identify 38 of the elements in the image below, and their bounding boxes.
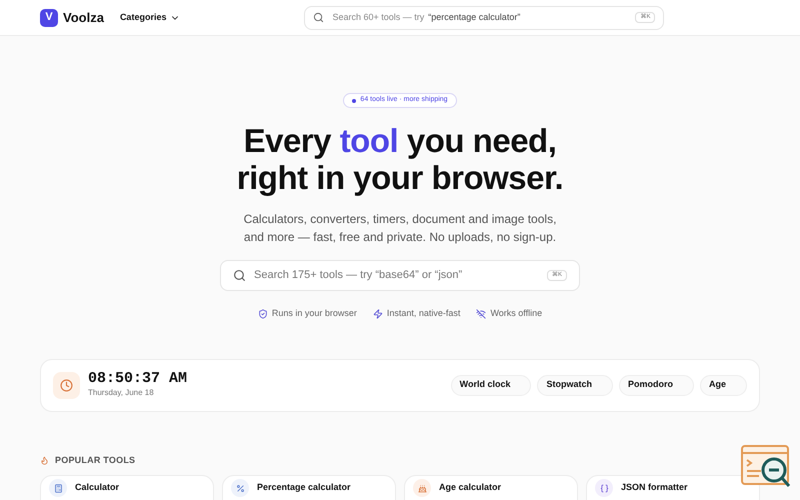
tool-card[interactable]: Calculator	[40, 475, 214, 500]
tool-card[interactable]: Percentage calculator	[222, 475, 396, 500]
logo-icon[interactable]: V	[40, 8, 58, 26]
floating-search-widget-icon	[741, 445, 791, 490]
hero-subtitle: Calculators, converters, timers, document and image tools, and more — fast, free and private. No uploads, no sign-up.	[242, 211, 558, 246]
search-icon	[233, 269, 246, 282]
tool-card[interactable]: JSON formatter	[586, 475, 760, 500]
search-icon	[313, 12, 324, 23]
brand-name: Voolza	[63, 8, 104, 27]
clock-tool-link[interactable]: Pomodoro	[618, 374, 694, 396]
search-placeholder: Search 60+ tools — try	[332, 10, 424, 24]
tool-name: JSON formatter	[621, 481, 688, 493]
tool-name: Percentage calculator	[257, 481, 351, 493]
search-hint: “percentage calculator”	[428, 10, 520, 24]
clock-tool-link[interactable]: Stopwatch	[537, 374, 613, 396]
feature-label: Runs in your browser	[272, 307, 357, 320]
section-heading: POPULAR TOOLS	[55, 454, 136, 466]
shield-check-icon	[258, 308, 268, 319]
categories-menu[interactable]: Categories	[120, 10, 180, 24]
clock-time: 08:50:37 AM	[88, 371, 188, 387]
percent-icon	[231, 479, 249, 497]
wifi-off-icon	[476, 308, 486, 319]
clock-tool-link[interactable]: World clock	[450, 374, 532, 396]
feature-label: Works offline	[490, 307, 542, 320]
lightning-icon	[372, 308, 383, 319]
clock-tool-link[interactable]: Age	[700, 374, 747, 396]
braces-icon	[595, 479, 613, 497]
clock-date: Thursday, June 18	[88, 387, 155, 399]
search-placeholder: Search 175+ tools — try “base64” or “json”	[254, 268, 462, 284]
tool-card[interactable]: Age calculator	[404, 475, 578, 500]
feature-label: Instant, native-fast	[386, 307, 460, 320]
flame-icon	[40, 456, 49, 465]
hero-title: Every tool you need, right in your browser.	[236, 122, 564, 196]
tool-name: Age calculator	[439, 481, 502, 493]
cake-icon	[413, 479, 431, 497]
tool-name: Calculator	[75, 481, 120, 493]
clock-icon	[53, 372, 80, 398]
calculator-icon	[49, 479, 67, 497]
